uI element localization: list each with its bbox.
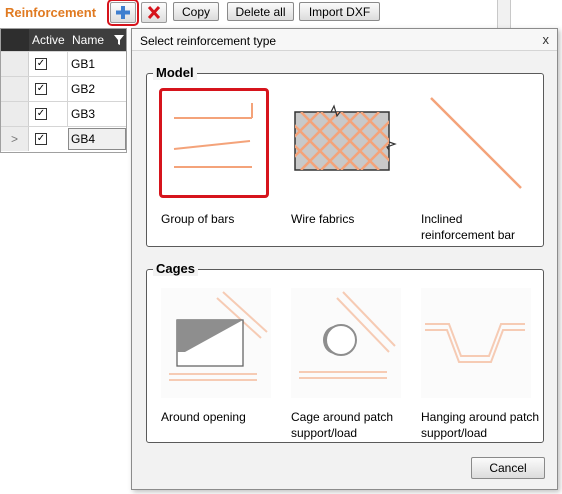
copy-button[interactable]: Copy <box>173 2 219 21</box>
column-header-active[interactable]: Active <box>32 29 65 51</box>
row-name[interactable]: GB3 <box>71 102 95 126</box>
column-divider <box>67 77 68 101</box>
inclined-bar-icon <box>430 97 522 189</box>
wire-fabrics-tile[interactable] <box>291 90 401 200</box>
group-of-bars-tile[interactable] <box>159 88 269 198</box>
row-name[interactable]: GB2 <box>71 77 95 101</box>
wire-fabrics-icon <box>294 104 397 171</box>
filter-icon[interactable] <box>114 29 124 51</box>
row-header-corner <box>1 29 29 51</box>
row-header[interactable] <box>1 102 29 126</box>
column-divider <box>67 52 68 76</box>
current-row-marker[interactable]: > <box>1 127 29 151</box>
import-dxf-button[interactable]: Import DXF <box>299 2 380 21</box>
hanging-patch-icon <box>425 323 525 363</box>
active-checkbox[interactable]: ✓ <box>35 133 47 145</box>
around-opening-tile[interactable] <box>161 288 271 398</box>
select-reinforcement-dialog: Select reinforcement type x Model Group … <box>131 28 558 490</box>
delete-button[interactable] <box>141 2 167 23</box>
wire-fabrics-label: Wire fabrics <box>291 212 355 226</box>
column-header-name[interactable]: Name <box>72 29 104 51</box>
row-name[interactable]: GB4 <box>71 127 95 151</box>
row-header[interactable] <box>1 77 29 101</box>
table-row[interactable]: ✓ GB2 <box>1 76 126 101</box>
model-group: Model Group of bars Wire fabrics Incline… <box>146 65 544 247</box>
table-row-current[interactable]: > ✓ GB4 <box>1 126 126 151</box>
red-x-icon <box>147 5 161 20</box>
plus-icon <box>116 6 130 19</box>
scrollbar[interactable] <box>497 0 511 28</box>
reinforcement-grid: Active Name ✓ GB1 ✓ GB2 ✓ GB3 > ✓ GB4 <box>0 28 127 153</box>
inclined-bar-label: Inclined reinforcement bar <box>421 212 516 242</box>
hanging-patch-label: Hanging around patch support/load <box>421 410 540 440</box>
active-checkbox[interactable]: ✓ <box>35 108 47 120</box>
around-opening-icon <box>169 291 268 381</box>
table-row[interactable]: ✓ GB3 <box>1 101 126 126</box>
group-of-bars-icon <box>173 103 253 168</box>
dialog-title: Select reinforcement type <box>140 34 277 48</box>
cages-group-label: Cages <box>153 261 199 276</box>
dialog-title-bar: Select reinforcement type x <box>132 29 557 51</box>
cage-patch-tile[interactable] <box>291 288 401 398</box>
cage-patch-icon <box>299 291 396 379</box>
add-button[interactable] <box>107 0 139 26</box>
grid-header: Active Name <box>1 29 126 51</box>
column-divider <box>67 102 68 126</box>
close-icon[interactable]: x <box>543 32 550 47</box>
active-checkbox[interactable]: ✓ <box>35 58 47 70</box>
active-checkbox[interactable]: ✓ <box>35 83 47 95</box>
hanging-patch-tile[interactable] <box>421 288 531 398</box>
panel-title: Reinforcement <box>5 5 97 20</box>
delete-all-button[interactable]: Delete all <box>227 2 294 21</box>
row-name[interactable]: GB1 <box>71 52 95 76</box>
toolbar: Reinforcement Copy Delete all Import DXF <box>0 0 562 28</box>
cage-patch-label: Cage around patch support/load <box>291 410 394 440</box>
group-of-bars-label: Group of bars <box>161 212 235 226</box>
model-group-label: Model <box>153 65 197 80</box>
around-opening-label: Around opening <box>161 410 246 424</box>
cancel-button[interactable]: Cancel <box>471 457 545 479</box>
inclined-bar-tile[interactable] <box>421 90 531 200</box>
cages-group: Cages Around opening Cage around patch s… <box>146 261 544 443</box>
table-row[interactable]: ✓ GB1 <box>1 51 126 76</box>
row-header[interactable] <box>1 52 29 76</box>
